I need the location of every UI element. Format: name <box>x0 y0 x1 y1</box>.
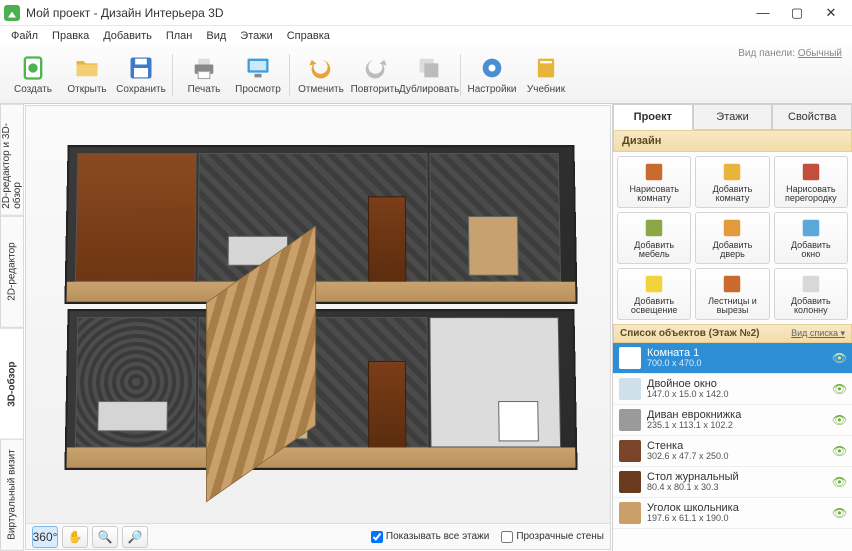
open-icon <box>73 54 101 82</box>
add-room-icon <box>721 161 743 183</box>
maximize-button[interactable]: ▢ <box>780 2 814 24</box>
vtab-3d[interactable]: 3D-обзор <box>0 328 24 440</box>
visibility-toggle-icon[interactable]: 👁 <box>832 382 846 396</box>
rtab-floors[interactable]: Этажи <box>693 104 773 130</box>
object-icon <box>619 440 641 462</box>
tool-stairs-cut[interactable]: Лестницы ивырезы <box>695 268 769 320</box>
undo-icon <box>307 54 335 82</box>
menu-добавить[interactable]: Добавить <box>96 28 159 44</box>
view-tool-zoomout[interactable]: 🔎 <box>122 526 148 548</box>
menu-план[interactable]: План <box>159 28 200 44</box>
viewport-bottombar: 360°✋🔍🔎 Показывать все этажи Прозрачные ст… <box>26 523 610 549</box>
toolbar-save-button[interactable]: Сохранить <box>114 49 168 101</box>
menu-вид[interactable]: Вид <box>199 28 233 44</box>
object-row-window[interactable]: Двойное окно147.0 x 15.0 x 142.0 👁 <box>613 374 852 405</box>
toolbar: СоздатьОткрытьСохранитьПечатьПросмотрОтм… <box>0 46 852 104</box>
settings-icon <box>478 54 506 82</box>
menu-файл[interactable]: Файл <box>4 28 45 44</box>
view-tool-zoomin[interactable]: 🔍 <box>92 526 118 548</box>
design-header: Дизайн <box>613 130 852 152</box>
vtab-combo[interactable]: 2D-редактор и 3D-обзор <box>0 104 24 216</box>
design-tools-grid: НарисоватькомнатуДобавитькомнатуНарисова… <box>613 152 852 324</box>
toolbar-tutorial-button[interactable]: Учебник <box>519 49 573 101</box>
tool-add-light[interactable]: Добавитьосвещение <box>617 268 691 320</box>
transparent-walls-checkbox[interactable]: Прозрачные стены <box>501 531 604 543</box>
toolbar-undo-button[interactable]: Отменить <box>294 49 348 101</box>
save-icon <box>127 54 155 82</box>
object-row-room1[interactable]: Комната 1700.0 x 470.0 👁 <box>613 343 852 374</box>
minimize-button[interactable]: — <box>746 2 780 24</box>
viewport-3d[interactable]: 360°✋🔍🔎 Показывать все этажи Прозрачные ст… <box>25 105 611 550</box>
tool-add-furniture[interactable]: Добавитьмебель <box>617 212 691 264</box>
object-icon <box>619 409 641 431</box>
visibility-toggle-icon[interactable]: 👁 <box>832 444 846 458</box>
window-title: Мой проект - Дизайн Интерьера 3D <box>26 6 746 20</box>
menu-справка[interactable]: Справка <box>280 28 337 44</box>
object-row-sofa[interactable]: Диван еврокнижка235.1 x 113.1 x 102.2 👁 <box>613 405 852 436</box>
object-icon <box>619 378 641 400</box>
view-tool-360[interactable]: 360° <box>32 526 58 548</box>
objects-header: Список объектов (Этаж №2) Вид списка ▾ <box>613 324 852 343</box>
tool-add-column[interactable]: Добавитьколонну <box>774 268 848 320</box>
tool-add-door[interactable]: Добавитьдверь <box>695 212 769 264</box>
object-row-coffee-table[interactable]: Стол журнальный80.4 x 80.1 x 30.3 👁 <box>613 467 852 498</box>
toolbar-dup-button[interactable]: Дублировать <box>402 49 456 101</box>
visibility-toggle-icon[interactable]: 👁 <box>832 413 846 427</box>
panel-mode-link[interactable]: Обычный <box>798 48 842 59</box>
toolbar-print-button[interactable]: Печать <box>177 49 231 101</box>
add-door-icon <box>721 217 743 239</box>
vertical-tabs: 2D-редактор и 3D-обзор2D-редактор3D-обзо… <box>0 104 24 551</box>
visibility-toggle-icon[interactable]: 👁 <box>832 506 846 520</box>
toolbar-open-button[interactable]: Открыть <box>60 49 114 101</box>
app-icon <box>4 5 20 21</box>
visibility-toggle-icon[interactable]: 👁 <box>832 475 846 489</box>
add-window-icon <box>800 217 822 239</box>
objects-view-link[interactable]: Вид списка ▾ <box>791 328 845 339</box>
scene-3d[interactable] <box>26 106 610 523</box>
tutorial-icon <box>532 54 560 82</box>
object-row-wall-unit[interactable]: Стенка302.6 x 47.7 x 250.0 👁 <box>613 436 852 467</box>
view-tool-pan[interactable]: ✋ <box>62 526 88 548</box>
house-model <box>66 144 576 474</box>
tool-add-window[interactable]: Добавитьокно <box>774 212 848 264</box>
titlebar: Мой проект - Дизайн Интерьера 3D — ▢ ✕ <box>0 0 852 26</box>
object-row-kids-desk[interactable]: Уголок школьника197.6 x 61.1 x 190.0 👁 <box>613 498 852 529</box>
show-all-floors-checkbox[interactable]: Показывать все этажи <box>371 531 489 543</box>
right-panel: ПроектЭтажиСвойства Дизайн Нарисоватьком… <box>612 104 852 551</box>
object-icon <box>619 347 641 369</box>
tool-draw-room[interactable]: Нарисоватькомнату <box>617 156 691 208</box>
objects-header-label: Список объектов (Этаж №2) <box>620 328 759 339</box>
object-icon <box>619 471 641 493</box>
redo-icon <box>361 54 389 82</box>
stairs-cut-icon <box>721 273 743 295</box>
preview-icon <box>244 54 272 82</box>
menu-этажи[interactable]: Этажи <box>233 28 279 44</box>
add-column-icon <box>800 273 822 295</box>
draw-room-icon <box>643 161 665 183</box>
dup-icon <box>415 54 443 82</box>
object-icon <box>619 502 641 524</box>
tool-draw-partition[interactable]: Нарисоватьперегородку <box>774 156 848 208</box>
vtab-virtual[interactable]: Виртуальный визит <box>0 439 24 551</box>
new-icon <box>19 54 47 82</box>
toolbar-new-button[interactable]: Создать <box>6 49 60 101</box>
panel-mode-hint: Вид панели: Обычный <box>738 48 842 59</box>
toolbar-preview-button[interactable]: Просмотр <box>231 49 285 101</box>
add-furniture-icon <box>643 217 665 239</box>
menu-правка[interactable]: Правка <box>45 28 96 44</box>
close-button[interactable]: ✕ <box>814 2 848 24</box>
visibility-toggle-icon[interactable]: 👁 <box>832 351 846 365</box>
right-panel-tabs: ПроектЭтажиСвойства <box>613 104 852 130</box>
menubar: ФайлПравкаДобавитьПланВидЭтажиСправка <box>0 26 852 46</box>
print-icon <box>190 54 218 82</box>
tool-add-room[interactable]: Добавитькомнату <box>695 156 769 208</box>
rtab-project[interactable]: Проект <box>613 104 693 130</box>
toolbar-settings-button[interactable]: Настройки <box>465 49 519 101</box>
toolbar-redo-button[interactable]: Повторить <box>348 49 402 101</box>
rtab-props[interactable]: Свойства <box>772 104 852 130</box>
add-light-icon <box>643 273 665 295</box>
vtab-2d[interactable]: 2D-редактор <box>0 216 24 328</box>
draw-partition-icon <box>800 161 822 183</box>
objects-list: Комната 1700.0 x 470.0 👁 Двойное окно147… <box>613 343 852 551</box>
